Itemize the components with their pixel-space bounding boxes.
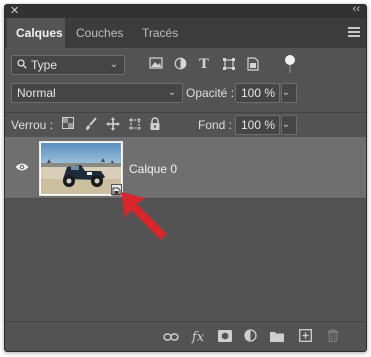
vintage-car-photo-thumbnail: [41, 143, 121, 194]
eye-visibility-icon[interactable]: [15, 161, 29, 171]
adjustment-filter-icon[interactable]: [172, 57, 188, 73]
link-icon[interactable]: [162, 329, 180, 347]
collapse-icon[interactable]: ‹‹: [353, 5, 360, 15]
panel-menu-icon[interactable]: [348, 27, 360, 37]
lock-artboard-icon[interactable]: [127, 117, 143, 133]
chevron-down-icon: ⌄: [281, 119, 290, 130]
blend-mode-value: Normal: [17, 86, 56, 100]
lock-all-icon[interactable]: [147, 117, 163, 133]
mask-icon[interactable]: [216, 329, 234, 347]
close-icon[interactable]: ✕: [10, 5, 19, 17]
tab-bar: Calques Couches Tracés: [5, 18, 366, 48]
fill-slider-toggle[interactable]: ⌄: [281, 115, 297, 135]
opacity-input[interactable]: 100 %: [235, 83, 280, 103]
tab-calques[interactable]: Calques: [7, 18, 65, 48]
group-folder-icon[interactable]: [268, 329, 286, 347]
fill-label: Fond :: [198, 118, 233, 132]
smart-object-filter-icon[interactable]: [245, 57, 261, 73]
layer-name[interactable]: Calque 0: [129, 162, 177, 176]
layers-list: Calque 0: [5, 137, 366, 321]
fx-icon[interactable]: fx: [189, 329, 207, 347]
tab-traces[interactable]: Tracés: [133, 18, 183, 48]
layers-panel: ✕ ‹‹ Calques Couches Tracés Type ⌄ T Nor…: [4, 4, 367, 352]
chevron-down-icon: ⌄: [167, 87, 176, 98]
layer-row[interactable]: Calque 0: [5, 137, 366, 199]
layer-thumbnail[interactable]: [39, 141, 123, 196]
new-layer-icon[interactable]: [296, 329, 314, 347]
search-icon: [17, 57, 29, 75]
filter-kind-label: Type: [31, 58, 58, 72]
blend-row: Normal ⌄ Opacité : 100 % ⌄: [5, 82, 366, 104]
chevron-down-icon: ⌄: [281, 87, 290, 98]
shape-filter-icon[interactable]: [221, 57, 237, 73]
lock-transparency-icon[interactable]: [60, 117, 76, 133]
lock-label: Verrou :: [11, 118, 54, 132]
opacity-label: Opacité :: [186, 86, 235, 100]
text-filter-icon[interactable]: T: [196, 57, 212, 73]
delete-icon[interactable]: [324, 329, 342, 347]
tab-couches[interactable]: Couches: [67, 18, 131, 48]
fill-input[interactable]: 100 %: [235, 115, 280, 135]
lock-position-move-icon[interactable]: [105, 117, 121, 133]
image-filter-icon[interactable]: [148, 57, 164, 73]
chevron-down-icon: ⌄: [109, 59, 118, 70]
lock-row: Verrou : Fond : 100 % ⌄: [5, 112, 366, 136]
filter-toggle[interactable]: [285, 55, 295, 75]
blend-mode-select[interactable]: Normal ⌄: [11, 83, 183, 103]
lock-pixels-brush-icon[interactable]: [83, 117, 99, 133]
adjustment-layer-icon[interactable]: [241, 329, 259, 347]
panel-bottom-bar: fx: [5, 321, 366, 351]
filter-kind-select[interactable]: Type ⌄: [11, 55, 125, 75]
opacity-slider-toggle[interactable]: ⌄: [281, 83, 297, 103]
annotation-arrow-icon: [121, 192, 167, 240]
filter-row: Type ⌄ T: [5, 52, 366, 78]
panel-titlebar: ✕ ‹‹: [5, 5, 366, 18]
